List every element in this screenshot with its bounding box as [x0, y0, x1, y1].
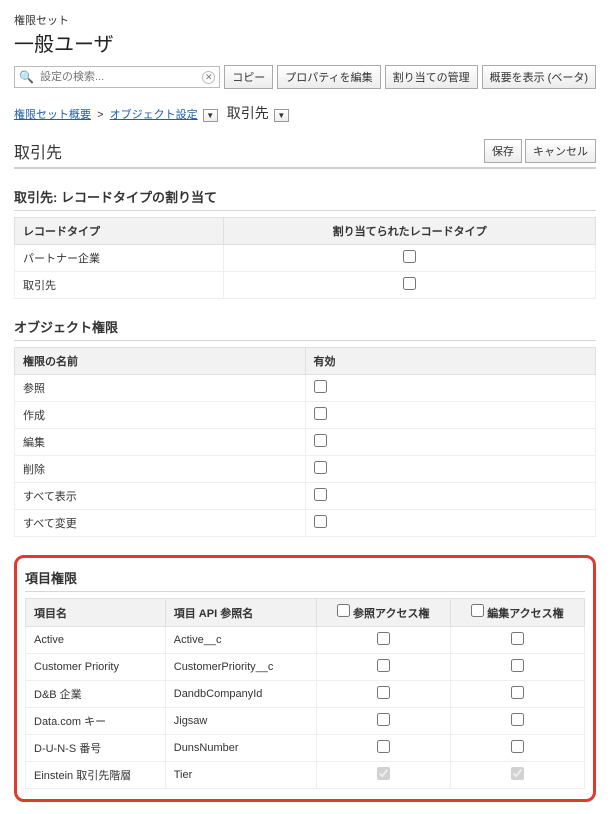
read-checkbox[interactable] [377, 713, 390, 726]
breadcrumb: 権限セット概要 > オブジェクト設定 ▼ 取引先 ▼ [14, 103, 596, 123]
field-perms-table: 項目名 項目 API 参照名 参照アクセス権 編集アクセス権 ActiveAct… [25, 598, 585, 789]
edit-checkbox[interactable] [511, 713, 524, 726]
field-perms-highlight: 項目権限 項目名 項目 API 参照名 参照アクセス権 編集アクセス権 Acti… [14, 555, 596, 802]
read-checkbox [377, 767, 390, 780]
col-edit-label: 編集アクセス権 [487, 608, 563, 620]
edit-checkbox[interactable] [511, 686, 524, 699]
clear-search-icon[interactable]: ✕ [202, 71, 215, 84]
table-row: Einstein 取引先階層Tier [26, 762, 585, 789]
perm-checkbox[interactable] [314, 434, 327, 447]
perm-checkbox[interactable] [314, 461, 327, 474]
perm-label: 編集 [15, 429, 306, 456]
object-perms-title: オブジェクト権限 [14, 313, 596, 341]
field-label: Customer Priority [26, 654, 166, 681]
table-row: ActiveActive__c [26, 627, 585, 654]
record-type-label: パートナー企業 [15, 245, 224, 272]
clone-button[interactable]: コピー [224, 65, 273, 89]
record-type-checkbox[interactable] [403, 250, 416, 263]
col-perm-name: 権限の名前 [15, 348, 306, 375]
table-row: すべて表示 [15, 483, 596, 510]
col-api: 項目 API 参照名 [165, 599, 316, 627]
section-header: 取引先 保存 キャンセル [14, 139, 596, 169]
search-input[interactable] [38, 70, 202, 84]
record-type-label: 取引先 [15, 272, 224, 299]
table-row: Customer PriorityCustomerPriority__c [26, 654, 585, 681]
field-api: Active__c [165, 627, 316, 654]
table-row: すべて変更 [15, 510, 596, 537]
read-checkbox[interactable] [377, 740, 390, 753]
read-all-checkbox[interactable] [337, 604, 350, 617]
table-row: 作成 [15, 402, 596, 429]
read-checkbox[interactable] [377, 686, 390, 699]
table-row: 編集 [15, 429, 596, 456]
field-api: DandbCompanyId [165, 681, 316, 708]
field-label: Data.com キー [26, 708, 166, 735]
col-enabled: 有効 [305, 348, 596, 375]
field-label: Einstein 取引先階層 [26, 762, 166, 789]
perm-label: 作成 [15, 402, 306, 429]
table-row: Data.com キーJigsaw [26, 708, 585, 735]
edit-all-checkbox[interactable] [471, 604, 484, 617]
field-api: CustomerPriority__c [165, 654, 316, 681]
record-types-title: 取引先: レコードタイプの割り当て [14, 183, 596, 211]
field-api: Jigsaw [165, 708, 316, 735]
read-checkbox[interactable] [377, 659, 390, 672]
current-dropdown-icon[interactable]: ▼ [274, 109, 289, 122]
col-assigned: 割り当てられたレコードタイプ [224, 218, 596, 245]
field-label: D&B 企業 [26, 681, 166, 708]
field-label: D-U-N-S 番号 [26, 735, 166, 762]
search-box: 🔍 ✕ [14, 66, 220, 88]
perm-label: すべて表示 [15, 483, 306, 510]
perm-label: 参照 [15, 375, 306, 402]
object-perms-table: 権限の名前 有効 参照作成編集削除すべて表示すべて変更 [14, 347, 596, 537]
table-row: パートナー企業 [15, 245, 596, 272]
table-row: 取引先 [15, 272, 596, 299]
col-field: 項目名 [26, 599, 166, 627]
toolbar: 🔍 ✕ コピー プロパティを編集 割り当ての管理 概要を表示 (ベータ) [14, 65, 596, 89]
field-label: Active [26, 627, 166, 654]
view-summary-button[interactable]: 概要を表示 (ベータ) [482, 65, 596, 89]
section-heading: 取引先 [14, 139, 62, 163]
col-read-label: 参照アクセス権 [353, 608, 429, 620]
field-perms-title: 項目権限 [25, 564, 585, 592]
record-type-checkbox[interactable] [403, 277, 416, 290]
page-title: 一般ユーザ [14, 28, 596, 57]
table-row: 参照 [15, 375, 596, 402]
header-subtitle: 権限セット [14, 12, 596, 28]
breadcrumb-object-settings[interactable]: オブジェクト設定 [110, 109, 198, 121]
record-types-table: レコードタイプ 割り当てられたレコードタイプ パートナー企業取引先 [14, 217, 596, 299]
manage-assignments-button[interactable]: 割り当ての管理 [385, 65, 478, 89]
object-settings-dropdown-icon[interactable]: ▼ [203, 109, 218, 122]
perm-checkbox[interactable] [314, 380, 327, 393]
search-icon: 🔍 [19, 70, 34, 84]
table-row: 削除 [15, 456, 596, 483]
col-record-type: レコードタイプ [15, 218, 224, 245]
perm-label: すべて変更 [15, 510, 306, 537]
cancel-button[interactable]: キャンセル [525, 139, 596, 163]
save-button[interactable]: 保存 [484, 139, 522, 163]
perm-checkbox[interactable] [314, 488, 327, 501]
edit-checkbox[interactable] [511, 659, 524, 672]
field-api: Tier [165, 762, 316, 789]
edit-checkbox[interactable] [511, 740, 524, 753]
read-checkbox[interactable] [377, 632, 390, 645]
edit-properties-button[interactable]: プロパティを編集 [277, 65, 380, 89]
breadcrumb-current: 取引先 [227, 105, 269, 121]
breadcrumb-overview[interactable]: 権限セット概要 [14, 109, 91, 121]
perm-checkbox[interactable] [314, 515, 327, 528]
col-edit: 編集アクセス権 [450, 599, 584, 627]
perm-checkbox[interactable] [314, 407, 327, 420]
field-api: DunsNumber [165, 735, 316, 762]
table-row: D&B 企業DandbCompanyId [26, 681, 585, 708]
col-read: 参照アクセス権 [316, 599, 450, 627]
perm-label: 削除 [15, 456, 306, 483]
table-row: D-U-N-S 番号DunsNumber [26, 735, 585, 762]
edit-checkbox [511, 767, 524, 780]
edit-checkbox[interactable] [511, 632, 524, 645]
